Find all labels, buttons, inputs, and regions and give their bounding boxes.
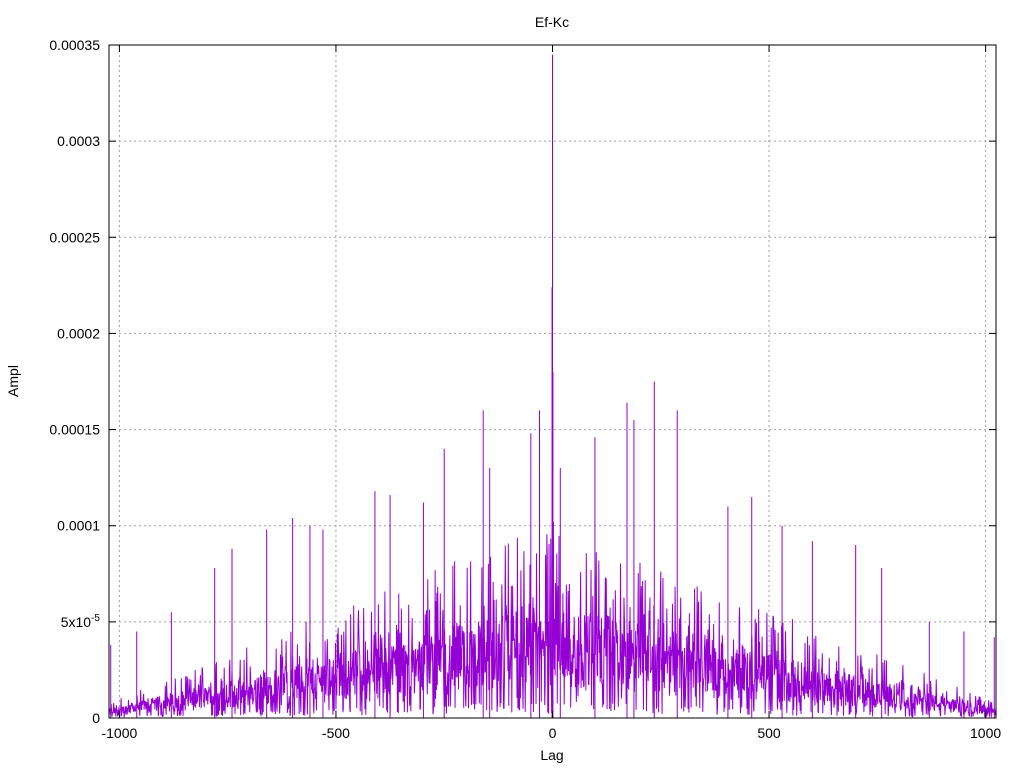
y-tick-label: 0.0002 <box>57 325 100 341</box>
x-tick-label: -500 <box>322 725 350 741</box>
tick-labels: -1000 -500 0 500 1000 0 5x10-5 0.0001 0.00015 0.0… <box>49 37 1001 741</box>
y-tick-label: 0.0001 <box>57 518 100 534</box>
x-axis-title: Lag <box>540 747 563 763</box>
y-tick-label: 0.00035 <box>49 37 100 53</box>
x-tick-label: 1000 <box>970 725 1001 741</box>
y-tick-label: 5x10-5 <box>61 613 101 630</box>
y-tick-label: 0.00015 <box>49 422 100 438</box>
y-tick-label: 0.0003 <box>57 133 100 149</box>
x-tick-label: 0 <box>549 725 557 741</box>
chart-title: Ef-Kc <box>535 14 569 30</box>
x-tick-label: 500 <box>757 725 781 741</box>
peak-layer <box>110 54 995 718</box>
y-axis-title: Ampl <box>5 365 21 397</box>
chart: -1000 -500 0 500 1000 0 5x10-5 0.0001 0.00015 0.0… <box>5 14 1001 763</box>
x-tick-label: -1000 <box>101 725 137 741</box>
y-tick-label: 0 <box>92 710 100 726</box>
y-tick-label: 0.00025 <box>49 229 100 245</box>
